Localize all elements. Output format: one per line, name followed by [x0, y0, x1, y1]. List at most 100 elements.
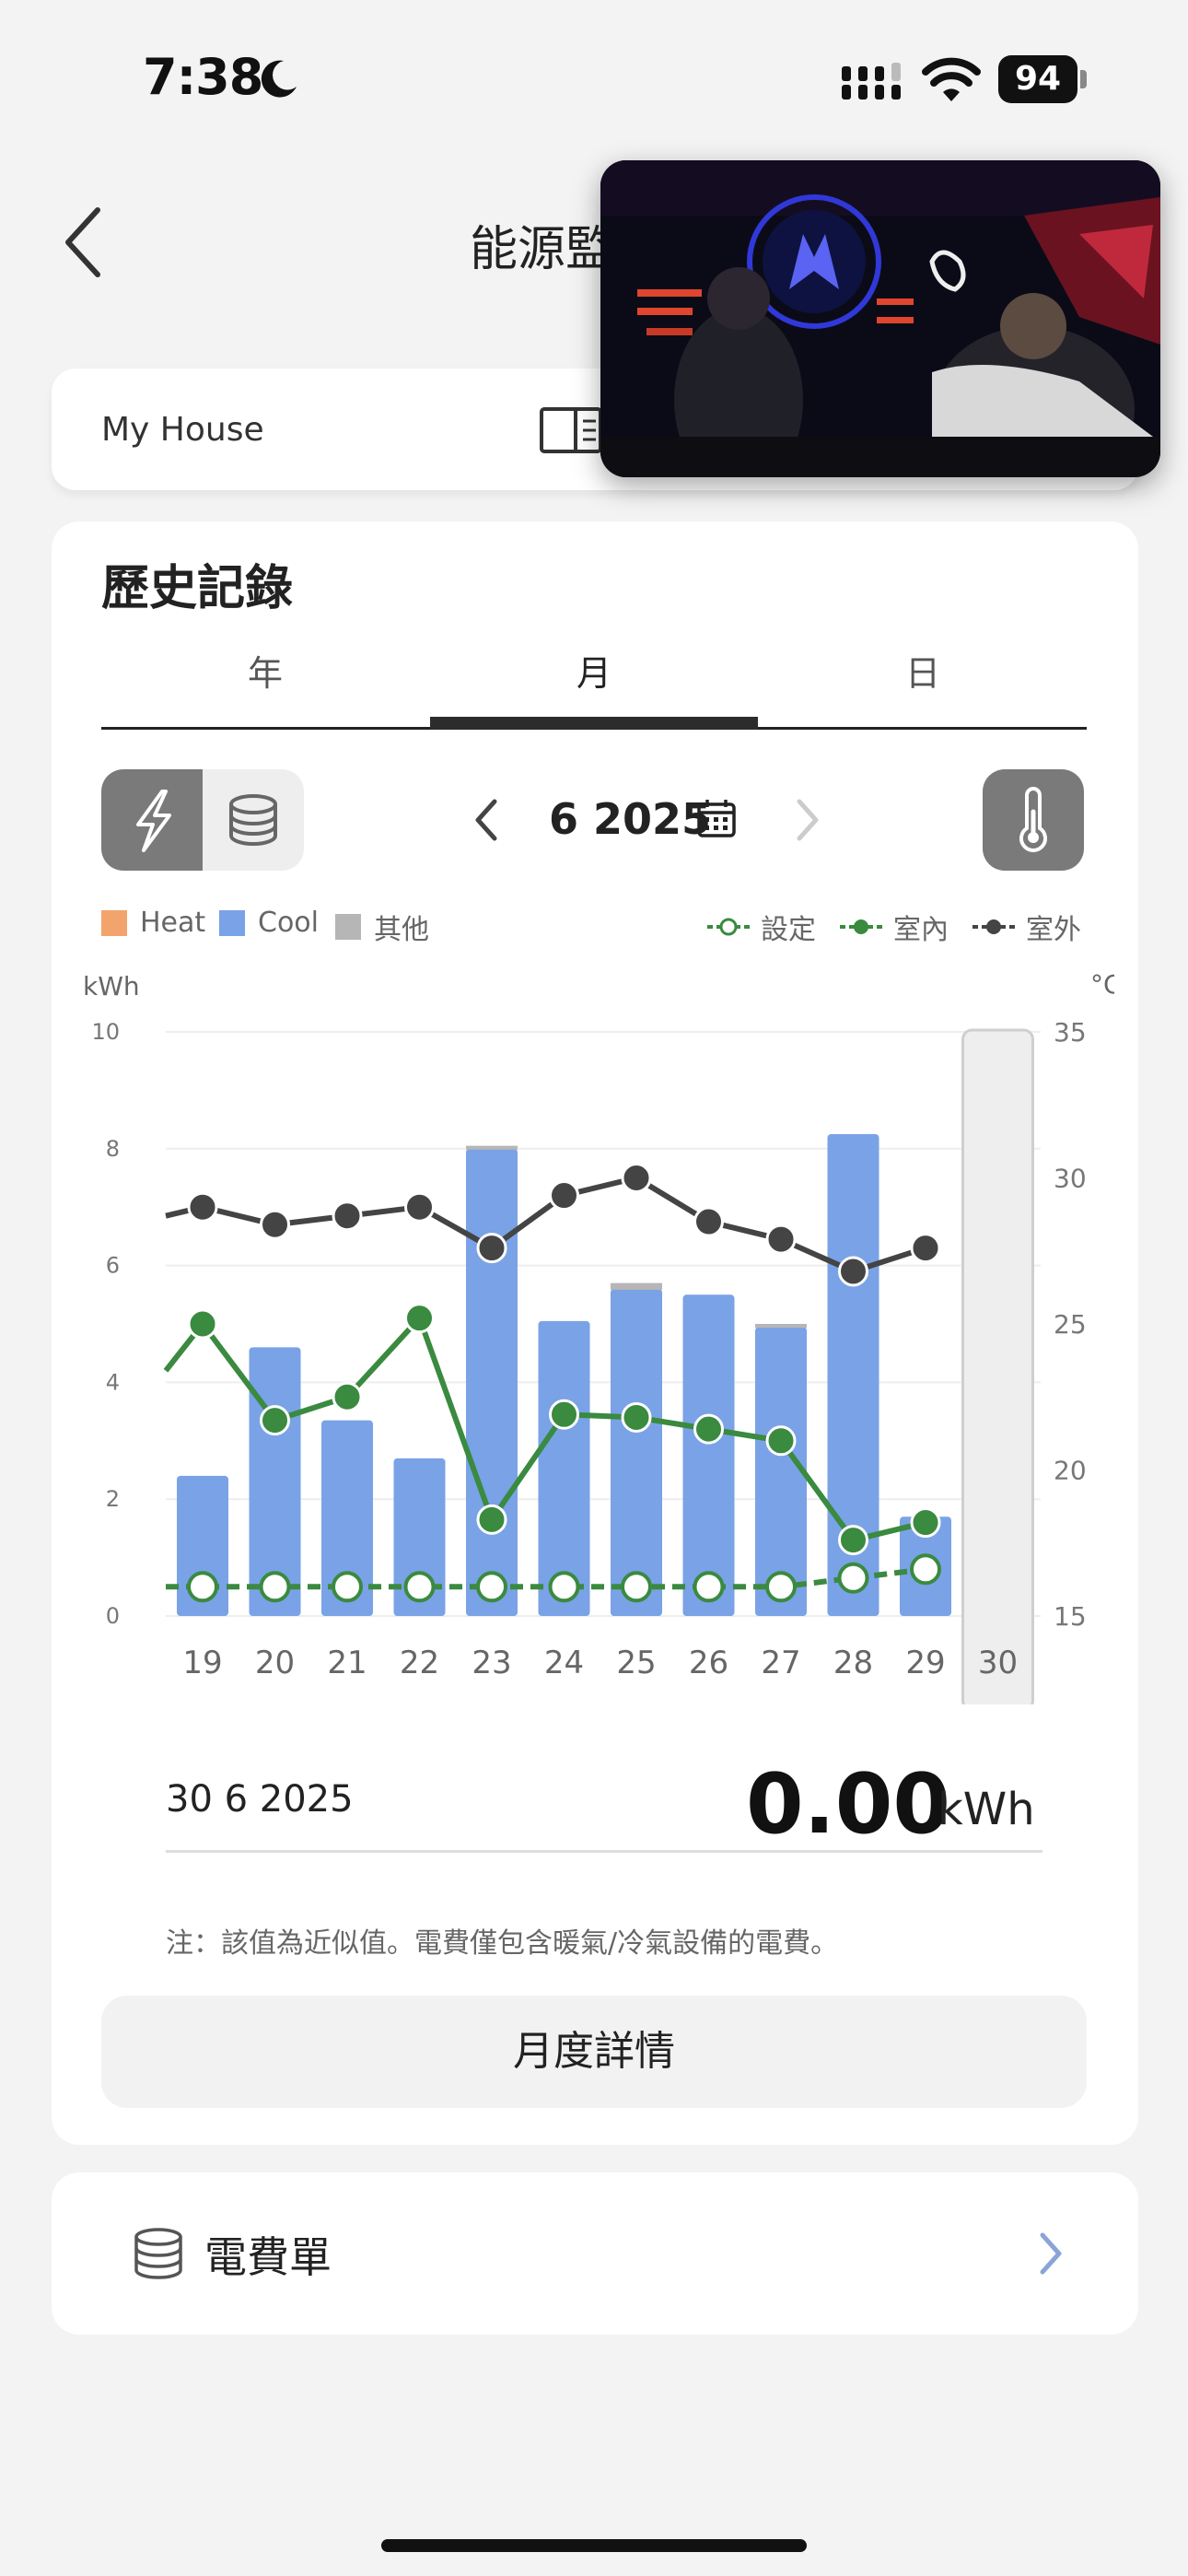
series-point-室外	[332, 1200, 363, 1232]
series-point-設定	[693, 1571, 725, 1603]
history-title: 歷史記錄	[101, 561, 294, 616]
series-point-室內	[260, 1405, 290, 1436]
bar-cool	[682, 1294, 735, 1616]
y-left-tick: 10	[91, 1019, 120, 1045]
series-point-室內	[910, 1507, 941, 1539]
status-time: 7:38	[143, 48, 263, 106]
series-point-設定	[476, 1571, 507, 1603]
battery-level: 94	[998, 55, 1077, 103]
series-point-設定	[765, 1571, 797, 1603]
series-point-室內	[693, 1413, 724, 1445]
lightning-icon	[136, 790, 171, 852]
legend-cool-label: Cool	[258, 907, 319, 939]
legend-set-temp: 設定	[707, 907, 816, 947]
y-left-tick: 6	[106, 1253, 120, 1279]
legend-other-label: 其他	[374, 914, 429, 946]
tab-year[interactable]: 年	[101, 645, 429, 696]
selected-day-highlight	[961, 1028, 1034, 1704]
series-point-室內	[187, 1308, 218, 1340]
calendar-icon[interactable]	[696, 798, 737, 838]
y-left-unit: kWh	[83, 971, 140, 1001]
series-point-設定	[187, 1571, 218, 1603]
series-point-設定	[259, 1571, 291, 1603]
x-tick-label: 30	[978, 1645, 1018, 1681]
selected-date: 30 6 2025	[166, 1778, 354, 1821]
legend-outdoor-label: 室外	[1026, 914, 1081, 946]
legend-heat-label: Heat	[140, 907, 206, 939]
series-point-室外	[910, 1233, 941, 1264]
x-tick-label: 26	[689, 1645, 728, 1681]
y-left-tick: 4	[106, 1369, 120, 1395]
legend-outdoor-temp: 室外	[973, 907, 1081, 947]
energy-chart[interactable]: kWh °C1086420353025201519 20 21 22 23 24 25 26 27…	[74, 967, 1114, 1704]
y-right-tick: 25	[1054, 1309, 1087, 1340]
bar-other	[755, 1324, 807, 1329]
selected-energy-unit: kWh	[938, 1784, 1035, 1835]
approximation-note: 注：該值為近似值。電費僅包含暖氣/冷氣設備的電費。	[166, 1927, 839, 1960]
x-tick-label: 23	[472, 1645, 511, 1681]
monthly-detail-button[interactable]: 月度詳情	[101, 1996, 1087, 2108]
y-right-tick: 30	[1054, 1164, 1087, 1194]
series-point-設定	[621, 1571, 652, 1603]
series-point-室外	[838, 1256, 868, 1287]
picture-in-picture-video[interactable]	[600, 160, 1160, 477]
legend-other-swatch	[335, 914, 361, 940]
temperature-toggle-button[interactable]	[983, 769, 1084, 871]
bar-cool	[466, 1148, 518, 1616]
cellular-signal-icon	[842, 63, 901, 100]
legend-heat-swatch	[101, 909, 127, 936]
tab-active-indicator	[430, 717, 758, 730]
legend-outdoor-marker	[973, 919, 1015, 934]
series-point-設定	[548, 1571, 580, 1603]
thermometer-icon	[1019, 787, 1047, 852]
bar-other	[466, 1145, 518, 1150]
series-point-設定	[403, 1571, 436, 1603]
series-point-室外	[693, 1206, 724, 1237]
series-point-設定	[837, 1562, 869, 1594]
series-point-室外	[187, 1191, 218, 1223]
legend-heat: Heat	[101, 907, 205, 939]
battery-indicator: 94	[998, 55, 1087, 103]
y-right-tick: 15	[1054, 1601, 1087, 1632]
series-point-室外	[404, 1191, 435, 1223]
x-tick-label: 25	[616, 1645, 656, 1681]
legend-indoor-label: 室內	[893, 914, 949, 946]
house-name: My House	[101, 411, 264, 449]
series-point-室內	[476, 1504, 507, 1535]
x-tick-label: 24	[544, 1645, 584, 1681]
tab-day[interactable]: 日	[759, 645, 1087, 696]
chevron-right-icon[interactable]	[1035, 2230, 1065, 2277]
y-right-tick: 20	[1054, 1456, 1087, 1486]
electricity-bill-label: 電費單	[204, 2232, 332, 2282]
bar-other	[611, 1282, 662, 1290]
house-list-icon[interactable]	[539, 406, 603, 454]
series-point-室內	[332, 1381, 363, 1412]
series-point-室內	[404, 1303, 435, 1334]
x-tick-label: 19	[182, 1645, 222, 1681]
mode-toggle	[101, 769, 304, 871]
wifi-icon	[922, 57, 981, 101]
series-point-室外	[765, 1224, 797, 1255]
series-point-室內	[621, 1401, 652, 1433]
series-point-設定	[910, 1553, 941, 1586]
cost-mode-button[interactable]	[203, 769, 304, 871]
back-button[interactable]	[57, 201, 112, 284]
next-month-button[interactable]	[785, 794, 829, 846]
energy-mode-button[interactable]	[101, 769, 203, 871]
selected-energy-value: 0.00	[746, 1756, 951, 1853]
y-left-tick: 8	[106, 1136, 120, 1162]
series-point-室外	[621, 1163, 652, 1193]
legend-cool-swatch	[219, 909, 245, 936]
period-label: 6 2025	[549, 794, 712, 844]
tab-month[interactable]: 月	[430, 645, 758, 696]
series-point-室內	[765, 1425, 797, 1457]
x-tick-label: 27	[761, 1645, 800, 1681]
y-left-tick: 2	[106, 1486, 120, 1512]
x-tick-label: 28	[833, 1645, 873, 1681]
legend-indoor-marker	[840, 919, 882, 934]
previous-month-button[interactable]	[465, 794, 509, 846]
legend-cool: Cool	[219, 907, 319, 939]
legend-set-label: 設定	[761, 914, 816, 946]
home-indicator	[381, 2539, 807, 2552]
page-title: 能源監	[470, 222, 614, 277]
